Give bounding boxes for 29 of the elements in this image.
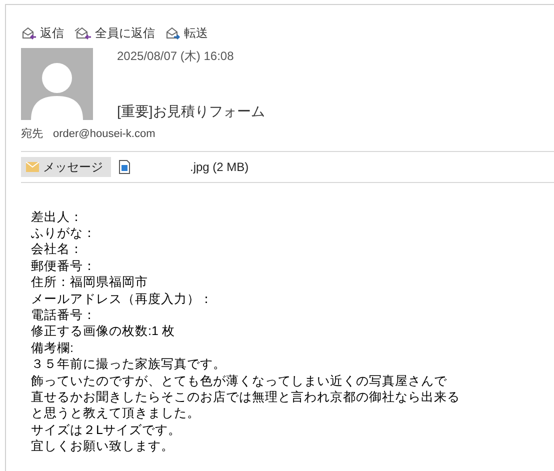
- body-text-line: 電話番号：: [31, 306, 96, 324]
- envelope-icon: [26, 162, 39, 172]
- body-text-line: ３５年前に撮った家族写真です。: [31, 356, 226, 373]
- body-text-line: 会社名：: [31, 241, 83, 258]
- sent-date: 2025/08/07 (木) 16:08: [117, 49, 235, 63]
- forward-icon: [165, 26, 181, 40]
- reply-all-icon: [74, 26, 92, 40]
- body-text-line: 差出人：: [31, 208, 83, 225]
- body-text-line: 住所：福岡県福岡市: [31, 274, 148, 291]
- body-text-line: と思うと教えて頂きました。: [31, 405, 200, 422]
- body-text-line: 宜しくお願い致します。: [31, 438, 174, 455]
- body-text-line: 郵便番号：: [31, 258, 96, 274]
- body-text-line: 備考欄:: [31, 340, 74, 356]
- recipient-address: order@housei-k.com: [53, 127, 156, 142]
- body-text-line: 飾っていたのですが、とても色が薄くなってしまい近くの写真屋さんで: [31, 372, 447, 389]
- image-file-icon: [119, 160, 130, 174]
- body-text-line: 修正する画像の枚数:1 枚: [31, 323, 175, 340]
- message-tab[interactable]: メッセージ: [21, 156, 111, 176]
- avatar-icon: [21, 48, 93, 120]
- body-text-line: メールアドレス（再度入力）：: [31, 290, 213, 307]
- to-label: 宛先: [21, 126, 43, 142]
- reply-all-button[interactable]: 全員に返信: [74, 24, 155, 42]
- reply-icon: [21, 26, 37, 40]
- body-text-line: 直せるかお聞きしたらそこのお店では無理と言われ京都の御社なら出来る: [31, 388, 460, 406]
- forward-button[interactable]: 転送: [165, 24, 208, 42]
- body-text-line: ふりがな：: [31, 224, 96, 242]
- body-text-line: サイズは２Lサイズです。: [31, 422, 181, 438]
- email-subject: [重要]お見積りフォーム: [117, 102, 265, 120]
- reply-button[interactable]: 返信: [21, 24, 64, 42]
